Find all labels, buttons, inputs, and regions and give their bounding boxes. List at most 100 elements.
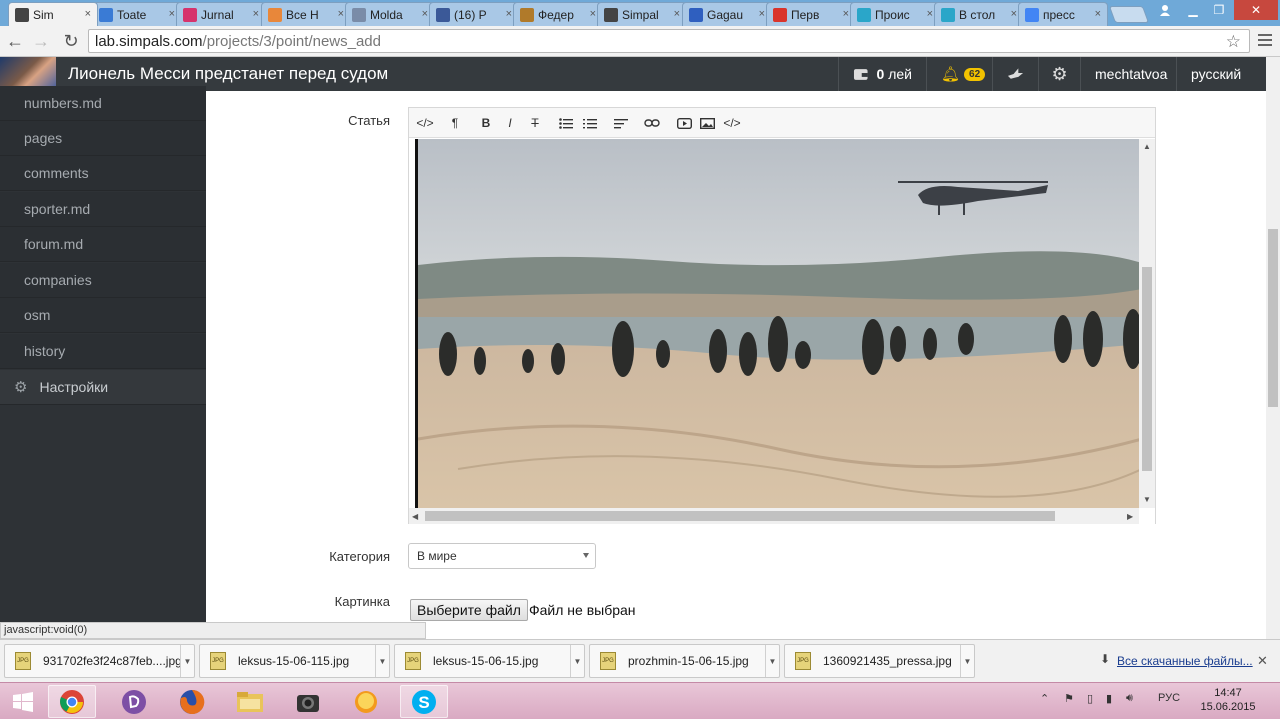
download-item[interactable]: JPG leksus-15-06-15.jpg ▼ <box>394 644 585 678</box>
bullet-list-icon[interactable] <box>556 114 576 132</box>
browser-menu-icon[interactable] <box>1258 34 1272 49</box>
download-item[interactable]: JPG prozhmin-15-06-15.jpg ▼ <box>589 644 780 678</box>
scroll-thumb[interactable] <box>425 511 1055 521</box>
close-tab-icon[interactable]: × <box>1011 8 1017 20</box>
browser-tab[interactable]: В стол × <box>934 2 1024 26</box>
strikethrough-button[interactable]: T <box>525 114 545 132</box>
embed-code-button[interactable]: </> <box>722 114 742 132</box>
address-bar[interactable]: lab.simpals.com/projects/3/point/news_ad… <box>88 29 1250 53</box>
new-tab-button[interactable] <box>1108 6 1150 23</box>
browser-tab[interactable]: Перв × <box>766 2 856 26</box>
browser-tab[interactable]: пресс × <box>1018 2 1108 26</box>
chevron-down-icon[interactable]: ▼ <box>375 645 389 677</box>
language-switcher[interactable]: русский <box>1176 57 1268 91</box>
sidebar-item-history[interactable]: history <box>0 334 206 369</box>
gear-icon[interactable]: ⚙ <box>1038 57 1080 91</box>
browser-tab[interactable]: Jurnal × <box>176 2 266 26</box>
choose-file-button[interactable]: Выберите файл <box>410 599 528 621</box>
user-icon[interactable] <box>1152 0 1178 20</box>
browser-tab[interactable]: Toate × <box>92 2 182 26</box>
wallet-button[interactable]: 0 лей <box>838 57 926 91</box>
align-icon[interactable] <box>611 114 631 132</box>
firefox-icon[interactable] <box>168 685 216 718</box>
page-scrollbar[interactable] <box>1266 57 1280 639</box>
sidebar-item-sporter[interactable]: sporter.md <box>0 192 206 227</box>
close-window-button[interactable]: ✕ <box>1234 0 1278 20</box>
link-icon[interactable] <box>642 114 662 132</box>
numbered-list-icon[interactable] <box>580 114 600 132</box>
sidebar-item-pages[interactable]: pages <box>0 121 206 156</box>
italic-button[interactable]: I <box>500 114 520 132</box>
bird-icon[interactable] <box>992 57 1038 91</box>
close-tab-icon[interactable]: × <box>338 8 344 20</box>
editor-vertical-scrollbar[interactable]: ▲ ▼ <box>1139 139 1155 508</box>
sidebar-item-companies[interactable]: companies <box>0 263 206 298</box>
editor-body[interactable]: ▲ ▼ ◀ ▶ <box>409 139 1155 524</box>
browser-tab[interactable]: Sim × <box>8 2 98 26</box>
notifications-button[interactable]: 🔔︎ 62 <box>926 57 992 91</box>
browser-tab[interactable]: Molda × <box>345 2 435 26</box>
back-icon[interactable]: ← <box>4 31 26 51</box>
close-tab-icon[interactable]: × <box>927 8 933 20</box>
flag-icon[interactable]: ⚑ <box>1064 692 1074 705</box>
chevron-down-icon[interactable]: ▼ <box>960 645 974 677</box>
show-all-downloads-link[interactable]: Все скачанные файлы... <box>1117 654 1253 668</box>
close-tab-icon[interactable]: × <box>253 8 259 20</box>
forward-icon[interactable]: → <box>30 31 52 51</box>
image-icon[interactable] <box>697 114 717 132</box>
close-tab-icon[interactable]: × <box>843 8 849 20</box>
paragraph-format-button[interactable]: ¶ <box>445 114 465 132</box>
volume-icon[interactable]: 🔊︎ <box>1126 692 1133 705</box>
close-tab-icon[interactable]: × <box>422 8 428 20</box>
input-language[interactable]: РУС <box>1158 692 1180 704</box>
skype-icon[interactable]: S <box>400 685 448 718</box>
download-item[interactable]: JPG 931702fe3f24c87feb....jpg ▼ <box>4 644 195 678</box>
close-tab-icon[interactable]: × <box>674 8 680 20</box>
sidebar-item-forum[interactable]: forum.md <box>0 227 206 262</box>
close-tab-icon[interactable]: × <box>1095 8 1101 20</box>
close-tab-icon[interactable]: × <box>506 8 512 20</box>
browser-tab[interactable]: Федер × <box>513 2 603 26</box>
chevron-down-icon[interactable]: ▼ <box>570 645 584 677</box>
chevron-down-icon[interactable]: ▼ <box>765 645 779 677</box>
close-tab-icon[interactable]: × <box>169 8 175 20</box>
viber-icon[interactable] <box>110 685 158 718</box>
sidebar-item-settings[interactable]: ⚙ Настройки <box>0 370 206 405</box>
sidebar-item-osm[interactable]: osm <box>0 298 206 333</box>
reload-icon[interactable]: ↻ <box>60 31 82 51</box>
browser-tab[interactable]: Все Н × <box>261 2 351 26</box>
html-source-button[interactable]: </> <box>415 114 435 132</box>
category-select[interactable]: В мире <box>408 543 596 569</box>
windows-start-icon[interactable] <box>0 685 46 718</box>
download-item[interactable]: JPG leksus-15-06-115.jpg ▼ <box>199 644 390 678</box>
close-tab-icon[interactable]: × <box>85 8 91 20</box>
maximize-button[interactable]: ❐ <box>1206 0 1232 20</box>
bold-button[interactable]: B <box>476 114 496 132</box>
tray-arrow-icon[interactable]: ⌃ <box>1040 692 1049 705</box>
browser-tab[interactable]: (16) Р × <box>429 2 519 26</box>
editor-horizontal-scrollbar[interactable]: ◀ ▶ <box>409 508 1139 524</box>
bookmark-star-icon[interactable]: ☆ <box>1226 32 1241 52</box>
download-item[interactable]: JPG 1360921435_pressa.jpg ▼ <box>784 644 975 678</box>
sidebar-item-comments[interactable]: comments <box>0 156 206 191</box>
video-icon[interactable] <box>674 114 694 132</box>
file-explorer-icon[interactable] <box>226 685 274 718</box>
scroll-thumb[interactable] <box>1268 229 1278 407</box>
chevron-down-icon[interactable]: ▼ <box>180 645 194 677</box>
close-tab-icon[interactable]: × <box>759 8 765 20</box>
browser-tab[interactable]: Simpal × <box>597 2 687 26</box>
browser-tab[interactable]: Проис × <box>850 2 940 26</box>
browser-tab[interactable]: Gagau × <box>682 2 772 26</box>
scroll-thumb[interactable] <box>1142 267 1152 471</box>
clock[interactable]: 14:47 15.06.2015 <box>1198 686 1258 714</box>
chrome-icon[interactable] <box>48 685 96 718</box>
close-tab-icon[interactable]: × <box>590 8 596 20</box>
sidebar-item-numbers[interactable]: numbers.md <box>0 86 206 121</box>
battery-icon[interactable]: ▯ <box>1087 692 1093 705</box>
username-link[interactable]: mechtatvoa <box>1080 57 1176 91</box>
close-icon[interactable]: ✕ <box>1257 653 1268 669</box>
camera-icon[interactable] <box>284 685 332 718</box>
network-icon[interactable]: ▮ <box>1106 692 1112 705</box>
chat-app-icon[interactable] <box>342 685 390 718</box>
minimize-button[interactable]: ▁ <box>1180 0 1206 20</box>
